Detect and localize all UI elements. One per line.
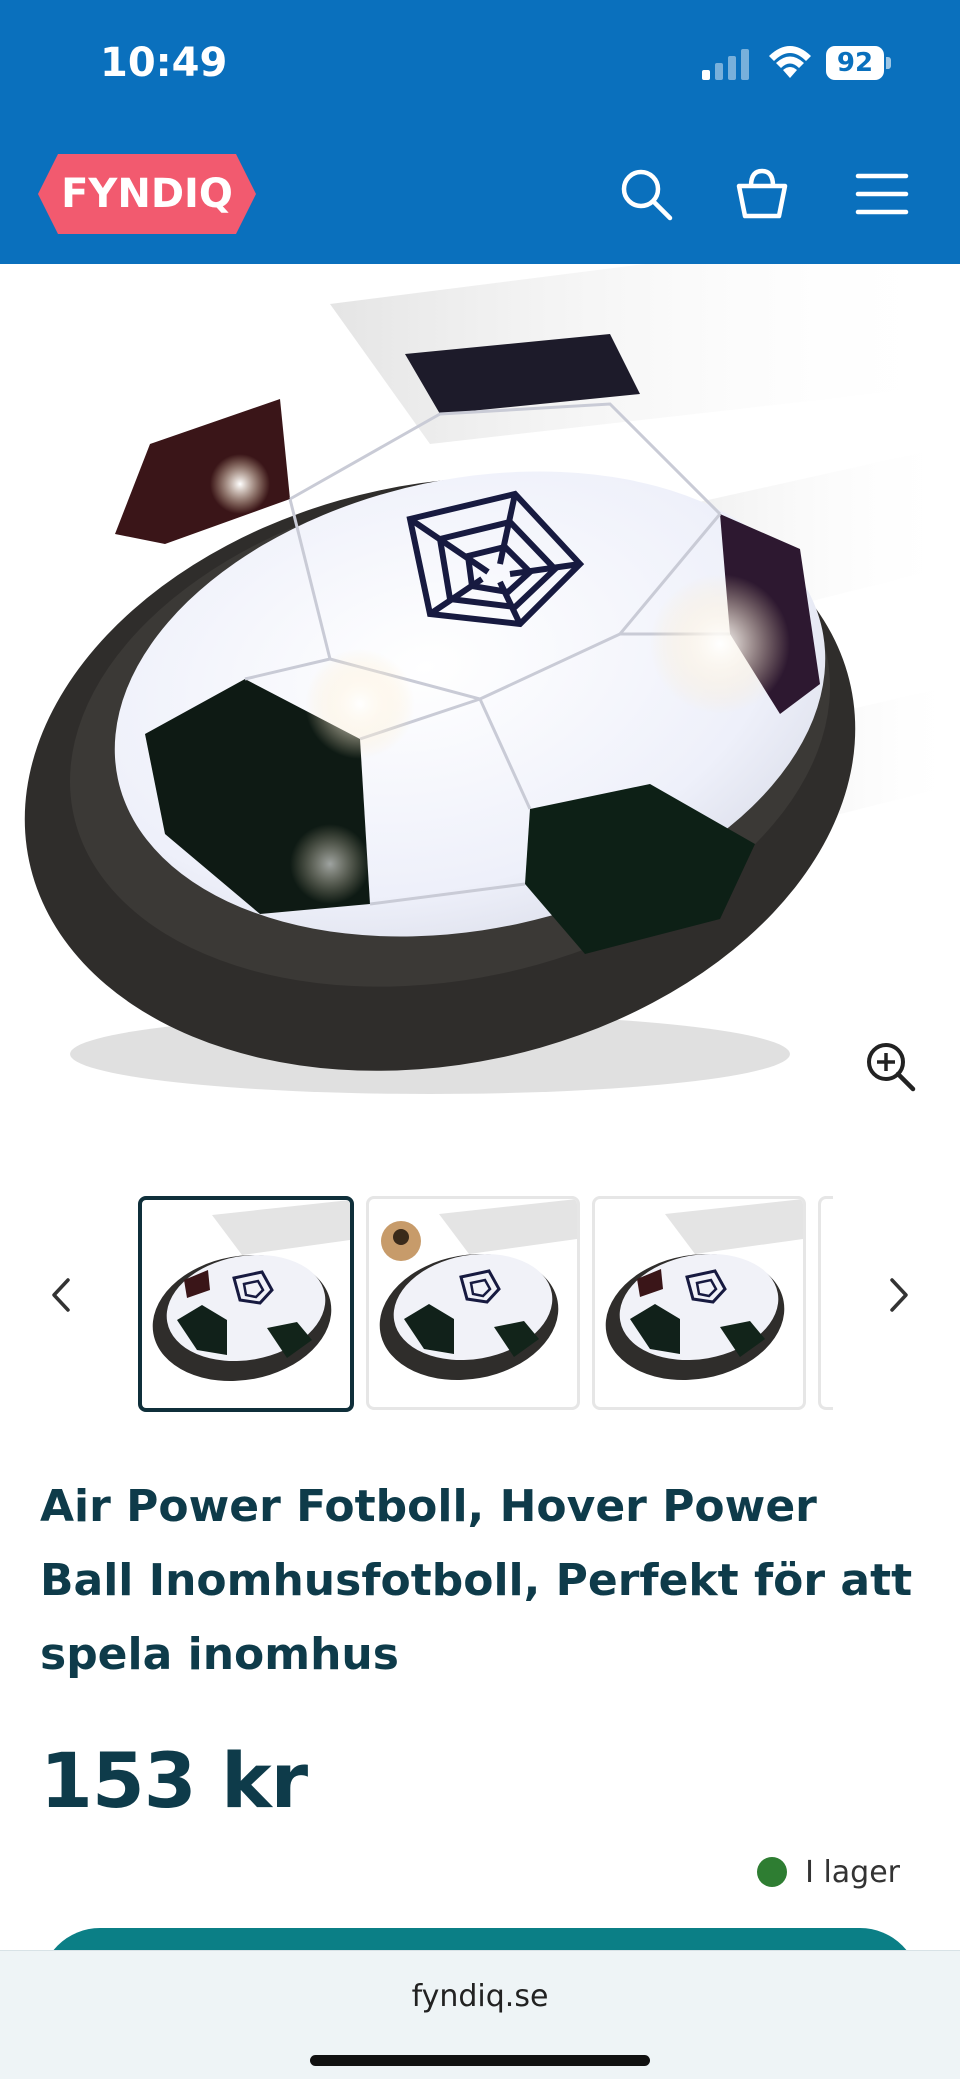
status-bar: 10:49 92	[0, 0, 960, 128]
fyndiq-logo[interactable]: FYNDIQ	[38, 154, 256, 234]
url-bar[interactable]: fyndiq.se	[0, 1979, 960, 2014]
hover-football-image	[24, 264, 960, 1094]
cart-icon[interactable]	[734, 166, 790, 222]
stock-label: I lager	[805, 1854, 900, 1890]
thumbnail-4-partial[interactable]	[818, 1196, 833, 1410]
product-price: 153 kr	[40, 1736, 308, 1825]
search-icon[interactable]	[618, 166, 674, 222]
product-main-image[interactable]	[0, 264, 960, 1134]
thumbnail-2[interactable]	[366, 1196, 580, 1410]
home-indicator	[310, 2055, 650, 2066]
wifi-icon	[769, 46, 811, 78]
thumbnail-image	[379, 1199, 577, 1381]
thumbnail-image	[152, 1200, 350, 1382]
thumbnail-1[interactable]	[138, 1196, 354, 1412]
thumbnail-image	[605, 1199, 803, 1381]
battery-level: 92	[826, 46, 884, 80]
stock-indicator-icon	[757, 1857, 788, 1887]
chevron-right-icon[interactable]	[880, 1260, 920, 1330]
battery-icon: 92	[826, 46, 892, 80]
signal-icon	[702, 49, 749, 80]
site-header: FYNDIQ	[0, 128, 960, 264]
menu-icon[interactable]	[854, 166, 910, 222]
stock-status: I lager	[757, 1852, 900, 1892]
browser-bottom-bar: fyndiq.se	[0, 1950, 960, 2079]
zoom-in-icon[interactable]	[864, 1040, 916, 1092]
status-time: 10:49	[100, 40, 228, 86]
thumbnail-carousel	[0, 1190, 960, 1412]
product-title: Air Power Fotboll, Hover Power Ball Inom…	[40, 1481, 913, 1680]
thumbnail-3[interactable]	[592, 1196, 806, 1410]
logo-text: FYNDIQ	[61, 171, 233, 217]
chevron-left-icon[interactable]	[40, 1260, 80, 1330]
